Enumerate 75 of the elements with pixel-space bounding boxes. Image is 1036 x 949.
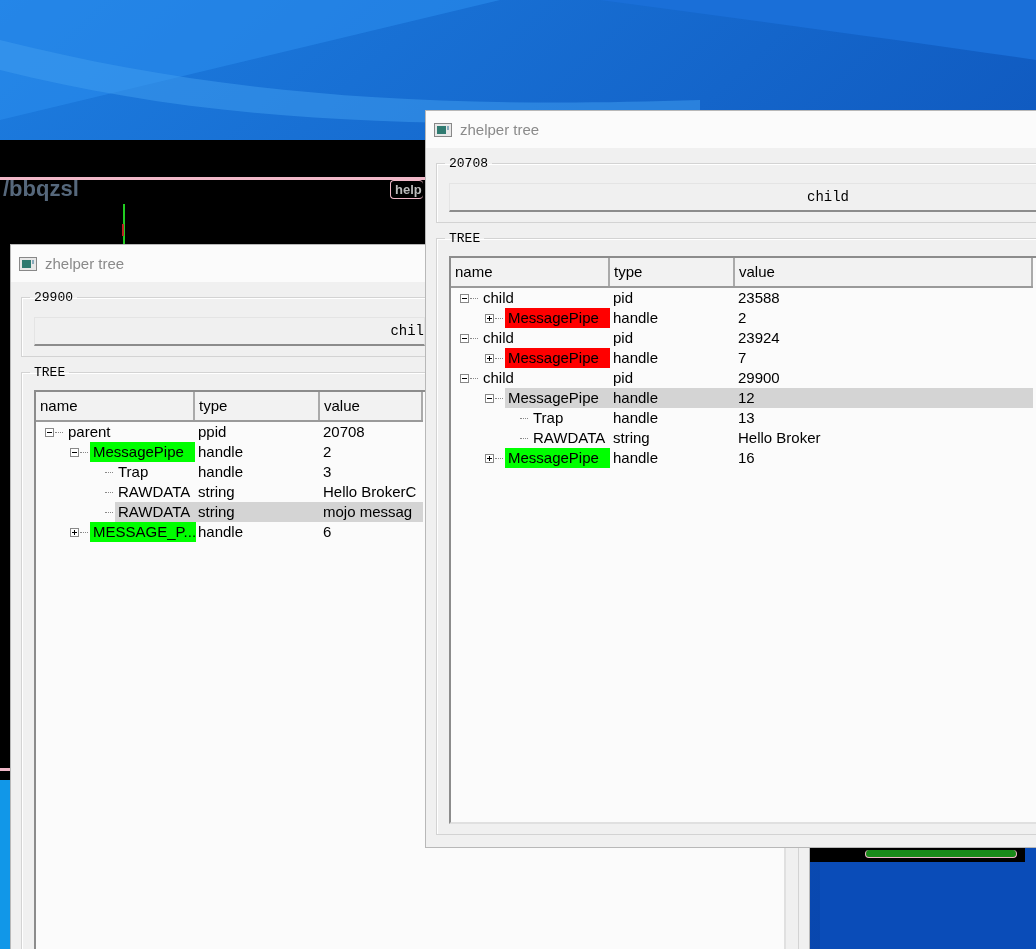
expand-icon[interactable]	[485, 453, 494, 463]
node-name[interactable]: MessagePipe	[505, 448, 610, 468]
node-value: Hello BrokerC	[322, 482, 418, 502]
group-label: 20708	[448, 156, 489, 171]
column-header[interactable]: name	[451, 258, 610, 286]
column-header[interactable]: type	[610, 258, 735, 286]
page-heading: /bbqzsl	[3, 176, 79, 202]
node-type: string	[197, 482, 236, 502]
node-type: pid	[612, 328, 635, 348]
node-type: handle	[610, 388, 735, 408]
node-value: 23588	[737, 288, 781, 308]
node-value: 29900	[737, 368, 781, 388]
window-title: zhelper tree	[45, 255, 125, 272]
column-header[interactable]: name	[36, 392, 195, 420]
group-label: TREE	[448, 231, 482, 246]
node-type: handle	[612, 308, 660, 328]
node-name[interactable]: RAWDATA	[530, 428, 610, 448]
toolbar-button[interactable]	[865, 850, 1017, 858]
node-value: 16	[737, 448, 756, 468]
help-button[interactable]: help	[390, 180, 423, 199]
node-type: handle	[612, 448, 660, 468]
node-value: 3	[322, 462, 333, 482]
node-type: handle	[197, 462, 245, 482]
collapse-icon[interactable]	[70, 447, 79, 457]
node-type: handle	[197, 522, 245, 542]
node-type: pid	[612, 288, 635, 308]
expand-icon[interactable]	[485, 353, 494, 363]
collapse-icon[interactable]	[460, 293, 469, 303]
collapse-icon[interactable]	[460, 333, 469, 343]
node-value: 12	[735, 388, 1033, 408]
collapse-icon[interactable]	[485, 393, 494, 403]
node-type: string	[195, 502, 320, 522]
node-name[interactable]: Trap	[530, 408, 610, 428]
node-type: ppid	[197, 422, 228, 442]
node-type: handle	[612, 348, 660, 368]
node-value: 2	[322, 442, 333, 462]
node-name[interactable]: RAWDATA	[115, 502, 195, 522]
chart-drawing	[120, 204, 128, 244]
node-value: 2	[737, 308, 748, 328]
node-name[interactable]: MessagePipe	[90, 442, 195, 462]
window-title: zhelper tree	[460, 121, 540, 138]
node-type: string	[612, 428, 651, 448]
node-name[interactable]: child	[480, 328, 610, 348]
group-label: 29900	[33, 290, 74, 305]
column-header[interactable]: value	[735, 258, 1033, 286]
node-value: Hello Broker	[737, 428, 822, 448]
child-button[interactable]: child	[449, 183, 1036, 212]
app-icon	[434, 122, 452, 137]
column-header[interactable]: type	[195, 392, 320, 420]
node-value: 23924	[737, 328, 781, 348]
node-name[interactable]: child	[480, 288, 610, 308]
column-header[interactable]: value	[320, 392, 423, 420]
node-type: pid	[612, 368, 635, 388]
node-value: mojo messag	[320, 502, 423, 522]
collapse-icon[interactable]	[45, 427, 54, 437]
expand-icon[interactable]	[485, 313, 494, 323]
node-name[interactable]: parent	[65, 422, 195, 442]
app-icon	[19, 256, 37, 271]
group-label: TREE	[33, 365, 67, 380]
node-name[interactable]: MESSAGE_P...	[90, 522, 197, 542]
node-value: 6	[322, 522, 333, 542]
node-name[interactable]: MessagePipe	[505, 348, 610, 368]
node-type: handle	[612, 408, 660, 428]
collapse-icon[interactable]	[460, 373, 469, 383]
child-button[interactable]: chil	[34, 317, 425, 346]
node-value: 7	[737, 348, 748, 368]
node-name[interactable]: RAWDATA	[115, 482, 195, 502]
node-name[interactable]: Trap	[115, 462, 195, 482]
node-value: 20708	[322, 422, 366, 442]
node-value: 13	[737, 408, 756, 428]
node-type: handle	[197, 442, 245, 462]
node-name[interactable]: child	[480, 368, 610, 388]
expand-icon[interactable]	[70, 527, 79, 537]
node-name[interactable]: MessagePipe	[505, 308, 610, 328]
node-name[interactable]: MessagePipe	[505, 388, 610, 408]
